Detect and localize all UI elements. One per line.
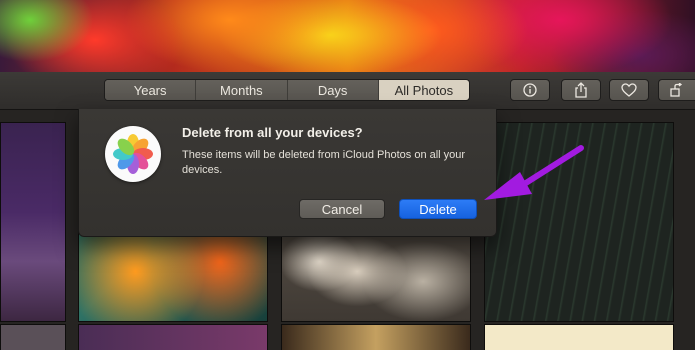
tab-years[interactable]: Years — [105, 80, 197, 100]
desktop-wallpaper — [0, 0, 695, 72]
dialog-title: Delete from all your devices? — [182, 125, 363, 140]
delete-confirmation-dialog: Delete from all your devices? These item… — [78, 109, 497, 237]
photo-thumbnail[interactable] — [484, 324, 674, 350]
heart-icon — [621, 83, 637, 97]
tab-all-photos[interactable]: All Photos — [378, 80, 469, 100]
cancel-button[interactable]: Cancel — [299, 199, 385, 219]
rotate-button[interactable] — [658, 79, 695, 101]
share-button[interactable] — [561, 79, 601, 101]
photo-thumbnail[interactable] — [78, 324, 268, 350]
favorite-button[interactable] — [609, 79, 649, 101]
photo-thumbnail[interactable] — [281, 324, 471, 350]
delete-button[interactable]: Delete — [399, 199, 477, 219]
dialog-message: These items will be deleted from iCloud … — [182, 149, 466, 176]
tab-months[interactable]: Months — [196, 80, 288, 100]
info-icon — [523, 83, 537, 97]
photos-app-icon — [105, 126, 161, 182]
view-segmented-control: Years Months Days All Photos — [104, 79, 470, 101]
rotate-icon — [670, 83, 683, 97]
share-icon — [575, 82, 587, 98]
info-button[interactable] — [510, 79, 550, 101]
photo-thumbnail[interactable] — [0, 122, 66, 322]
tab-days[interactable]: Days — [287, 80, 379, 100]
photo-thumbnail[interactable] — [0, 324, 66, 350]
annotation-arrow-icon — [484, 145, 584, 200]
